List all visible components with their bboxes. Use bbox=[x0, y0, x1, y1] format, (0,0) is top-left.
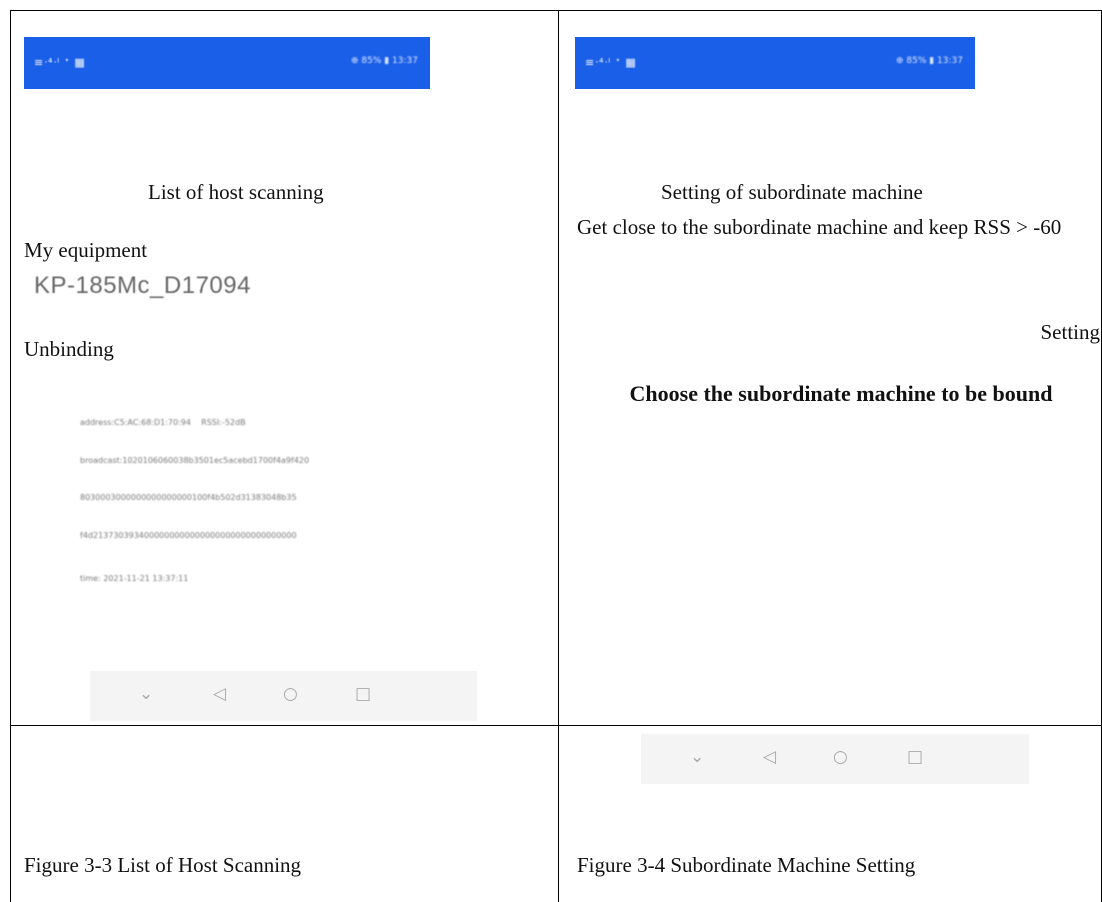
left-screenshot-cell bbox=[10, 10, 558, 725]
chevron-down-icon[interactable]: ⌄ bbox=[139, 684, 153, 704]
signal-icons: ≡ᐧ⁴ᐧˡ ᐩ ▦ bbox=[585, 56, 637, 69]
home-circle-icon[interactable]: ○ bbox=[833, 747, 848, 767]
battery-clock: ⊕ 85% ▮ 13:37 bbox=[350, 56, 418, 66]
chevron-down-icon[interactable]: ⌄ bbox=[690, 747, 704, 767]
choose-machine-heading: Choose the subordinate machine to be bou… bbox=[629, 381, 1053, 406]
page-title-subordinate-setting: Setting of subordinate machine bbox=[661, 180, 923, 204]
nav-bar-left: ⌄ ◁ ○ □ bbox=[90, 671, 477, 721]
adv-broadcast-line: 8030003000000000000000100f4b502d31383048… bbox=[80, 493, 297, 502]
back-triangle-icon[interactable]: ◁ bbox=[763, 747, 776, 767]
right-screenshot-cell bbox=[558, 10, 1102, 725]
device-name[interactable]: KP-185Mc_D17094 bbox=[34, 272, 251, 300]
battery-clock: ⊕ 85% ▮ 13:37 bbox=[895, 56, 963, 66]
back-triangle-icon[interactable]: ◁ bbox=[213, 684, 226, 704]
adv-broadcast-line: broadcast:1020106060038b3501ec5acebd1700… bbox=[80, 455, 310, 465]
nav-bar-right: ⌄ ◁ ○ □ bbox=[641, 734, 1029, 784]
my-equipment-label: My equipment bbox=[24, 238, 148, 262]
adv-time-line: time: 2021-11-21 13:37:11 bbox=[80, 574, 189, 583]
status-bar-right: ≡ᐧ⁴ᐧˡ ᐩ ▦ ⊕ 85% ▮ 13:37 bbox=[575, 37, 975, 89]
page-title-host-scanning: List of host scanning bbox=[148, 180, 324, 204]
recents-square-icon[interactable]: □ bbox=[907, 747, 923, 767]
signal-icons: ≡ᐧ⁴ᐧˡ ᐩ ▦ bbox=[34, 56, 86, 69]
advertisement-list-item[interactable]: address:C5:AC:68:D1:70:94 RSSI:-52dB bro… bbox=[80, 392, 472, 598]
figure-caption-left: Figure 3-3 List of Host Scanning bbox=[24, 853, 302, 877]
home-circle-icon[interactable]: ○ bbox=[283, 684, 298, 704]
instruction-text: Get close to the subordinate machine and… bbox=[577, 215, 1062, 239]
figure-caption-right: Figure 3-4 Subordinate Machine Setting bbox=[577, 853, 916, 877]
status-bar-left: ≡ᐧ⁴ᐧˡ ᐩ ▦ ⊕ 85% ▮ 13:37 bbox=[24, 37, 430, 89]
adv-address-line: address:C5:AC:68:D1:70:94 RSSI:-52dB bbox=[80, 418, 246, 427]
recents-square-icon[interactable]: □ bbox=[355, 684, 371, 704]
adv-broadcast-line: f4d2137303934000000000000000000000000000… bbox=[80, 530, 297, 540]
setting-button[interactable]: Setting bbox=[1040, 320, 1100, 345]
unbinding-button[interactable]: Unbinding bbox=[24, 337, 114, 362]
